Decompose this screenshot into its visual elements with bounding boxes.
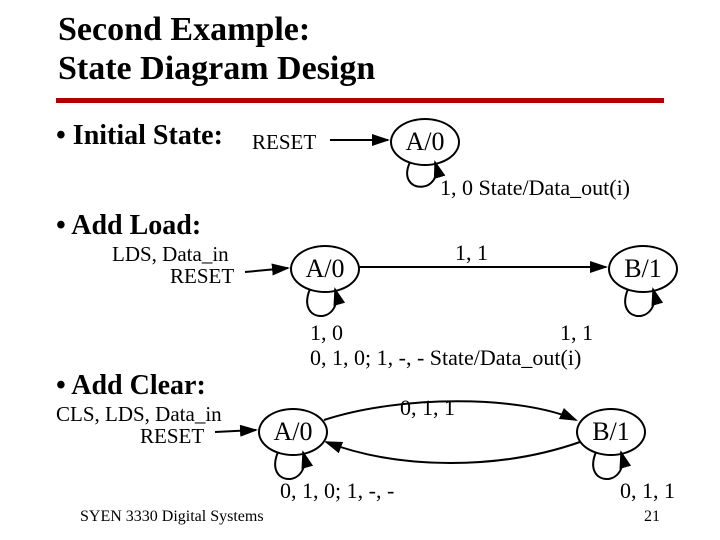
state-a-2: A/0 (290, 245, 360, 293)
reset-label-3: RESET (140, 424, 204, 449)
label-row2-rightloop: 1, 1 (560, 320, 593, 346)
bullet-add-load: • Add Load: (56, 210, 201, 242)
label-row1-right: 1, 0 State/Data_out(i) (440, 175, 630, 201)
slide-title: Second Example: State Diagram Design (58, 10, 375, 88)
title-line-1: Second Example: (58, 11, 310, 48)
state-a-1: A/0 (390, 118, 460, 166)
label-row2-mid: 1, 1 (455, 240, 488, 266)
label-row3-leftloop: 0, 1, 0; 1, -, - (280, 478, 394, 504)
title-underline (56, 98, 664, 103)
label-row3-top: 0, 1, 1 (400, 395, 455, 421)
title-line-2: State Diagram Design (58, 50, 375, 87)
reset-label-1: RESET (252, 130, 316, 155)
reset-label-2: RESET (170, 264, 234, 289)
label-row3-rightloop: 0, 1, 1 (620, 478, 675, 504)
bullet-initial-state: • Initial State: (56, 120, 223, 152)
label-row2-leftloop: 1, 0 (310, 320, 343, 346)
bullet-add-clear: • Add Clear: (56, 370, 206, 402)
slide: Second Example: State Diagram Design • I… (0, 0, 720, 540)
state-a-3: A/0 (258, 408, 328, 456)
label-row2-bottom: 0, 1, 0; 1, -, - State/Data_out(i) (310, 345, 581, 371)
state-b-2: B/1 (608, 245, 678, 293)
state-b-3: B/1 (576, 408, 646, 456)
footer-right: 21 (644, 508, 660, 526)
footer-left: SYEN 3330 Digital Systems (80, 508, 264, 526)
